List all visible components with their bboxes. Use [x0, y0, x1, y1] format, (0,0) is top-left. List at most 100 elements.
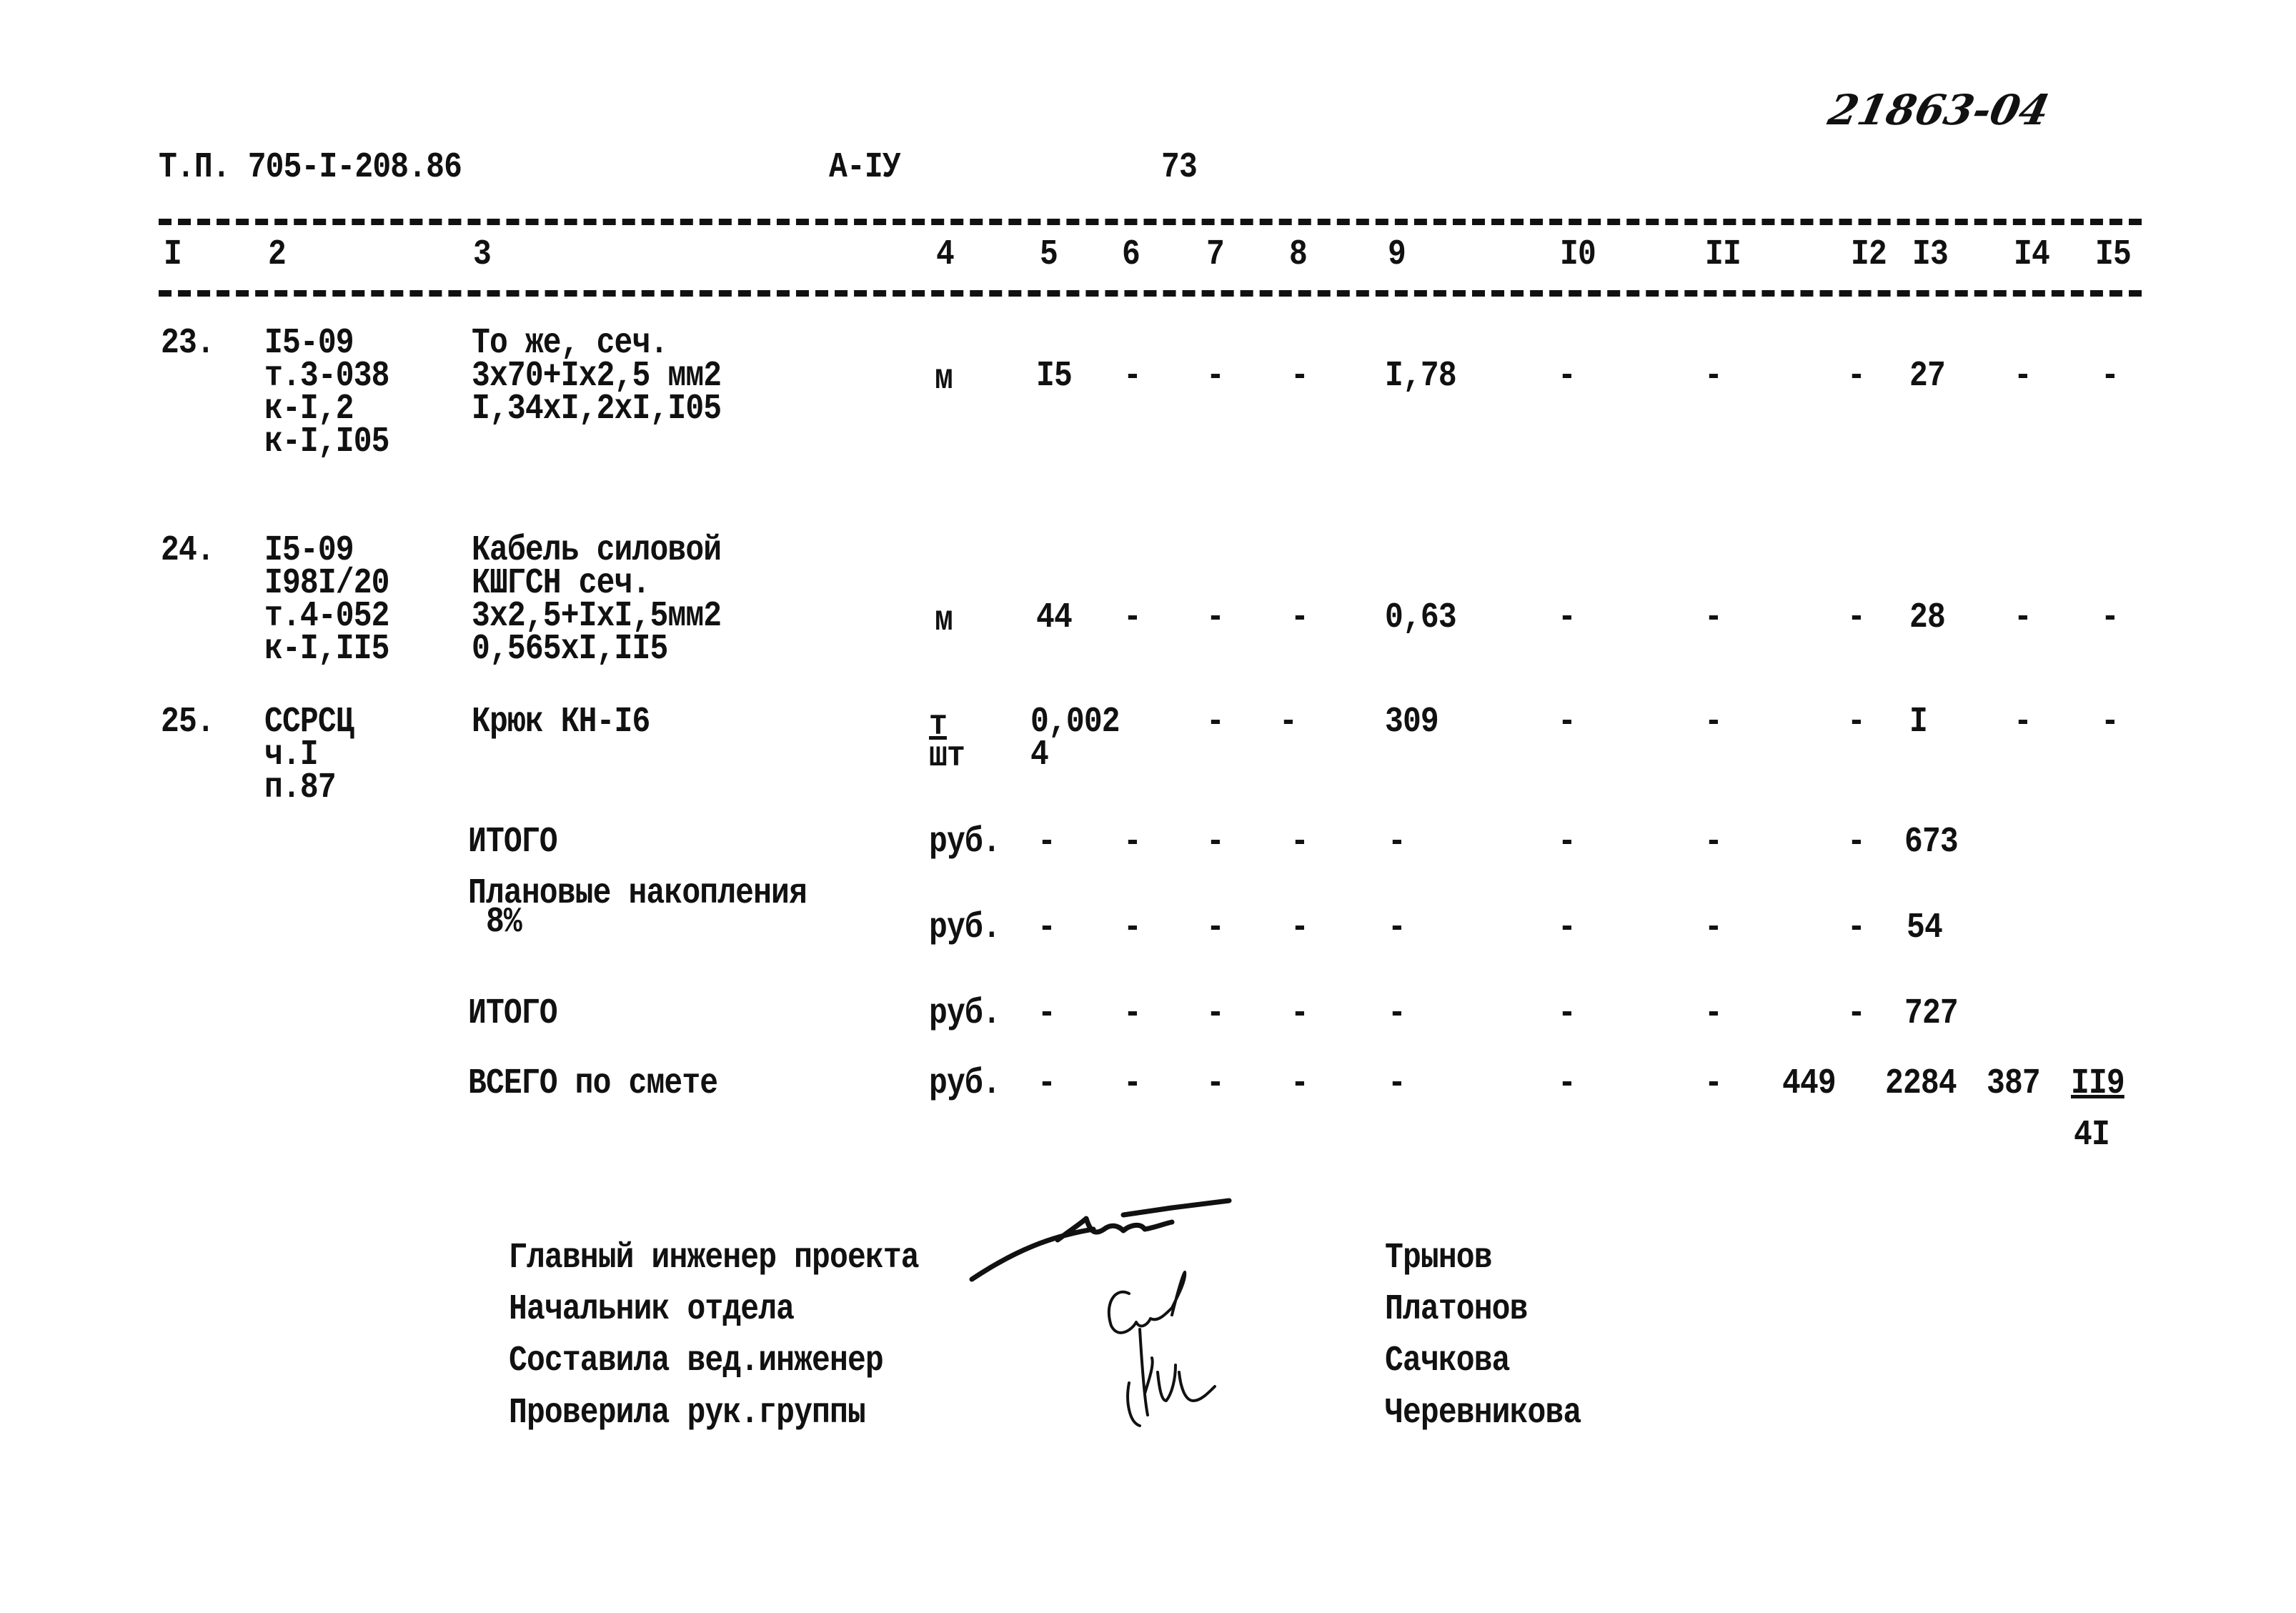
- description-line: 0,565хI,II5: [472, 629, 668, 670]
- cell-col9: 309: [1385, 702, 1439, 743]
- column-header: 7: [1206, 234, 1225, 275]
- signature-role: Проверила рук.группы: [509, 1393, 866, 1434]
- cell-col13: I: [1909, 702, 1928, 743]
- signature-stroke-author: [1126, 1328, 1216, 1427]
- cell-col6: -: [1123, 597, 1142, 638]
- cell-col10: -: [1558, 597, 1576, 638]
- norm-code-line: к-I,II5: [264, 629, 389, 670]
- cell-col14: 387: [1987, 1063, 2041, 1104]
- unit-line: шт: [929, 736, 965, 777]
- cell-col10: -: [1558, 702, 1576, 743]
- cell-col8: -: [1291, 993, 1309, 1034]
- signature-role: Главный инженер проекта: [509, 1238, 920, 1279]
- cell-col15: -: [2101, 356, 2119, 397]
- cell-col6: -: [1123, 908, 1142, 948]
- totals-unit: руб.: [929, 908, 1001, 948]
- project-code: Т.П. 705-I-208.86: [159, 147, 462, 188]
- column-header: I2: [1851, 234, 1887, 275]
- column-header: I4: [2014, 234, 2050, 275]
- cell-col12: -: [1847, 702, 1866, 743]
- cell-col14: -: [2014, 356, 2032, 397]
- cell-col7: -: [1206, 356, 1225, 397]
- totals-label: ИТОГО: [468, 993, 558, 1034]
- column-header: II: [1705, 234, 1741, 275]
- totals-unit: руб.: [929, 822, 1001, 863]
- totals-label: ИТОГО: [468, 822, 558, 863]
- cell-col13: 28: [1909, 597, 1946, 638]
- cell-col8: -: [1291, 356, 1309, 397]
- cell-col11: -: [1704, 597, 1723, 638]
- cell-col7: -: [1206, 993, 1225, 1034]
- cell-col13: 54: [1907, 908, 1943, 948]
- cell-col15: -: [2101, 597, 2119, 638]
- totals-label: ВСЕГО по смете: [468, 1063, 718, 1104]
- cell-col6: -: [1123, 993, 1142, 1034]
- signature-stroke-overline: [1120, 1198, 1232, 1218]
- unit: м: [935, 359, 953, 399]
- cell-col15: II9: [2071, 1063, 2125, 1104]
- cell-col10: -: [1558, 1063, 1576, 1104]
- totals-unit: руб.: [929, 1063, 1001, 1104]
- row-number: 24.: [161, 530, 215, 571]
- cell-col5: -: [1038, 993, 1056, 1034]
- cell-col7: -: [1206, 702, 1225, 743]
- cell-col8: -: [1279, 702, 1298, 743]
- cell-col12: 449: [1782, 1063, 1837, 1104]
- cell-col13: 2284: [1885, 1063, 1957, 1104]
- cell-col7: -: [1206, 597, 1225, 638]
- cell-col7: -: [1206, 822, 1225, 863]
- signature-name: Платонов: [1385, 1289, 1528, 1330]
- cell-col12: -: [1847, 908, 1866, 948]
- signature-stroke-head: [1107, 1271, 1187, 1334]
- cell-col6: -: [1123, 822, 1142, 863]
- cell-col15-second: 4I: [2074, 1115, 2110, 1156]
- cell-col9: 0,63: [1385, 597, 1457, 638]
- handwritten-signatures: [969, 1198, 1232, 1427]
- cell-col5: 44: [1036, 597, 1073, 638]
- cell-col11: -: [1704, 822, 1723, 863]
- cell-col8: -: [1291, 908, 1309, 948]
- row-number: 23.: [161, 323, 215, 364]
- cell-col5: -: [1038, 1063, 1056, 1104]
- column-header: I3: [1912, 234, 1949, 275]
- description-line: I,34хI,2хI,I05: [472, 389, 722, 430]
- cell-col12: -: [1847, 597, 1866, 638]
- cell-col12: -: [1847, 356, 1866, 397]
- column-header: 5: [1040, 234, 1058, 275]
- cell-col5: -: [1038, 822, 1056, 863]
- signature-role: Составила вед.инженер: [509, 1341, 884, 1381]
- cell-col9: -: [1388, 908, 1406, 948]
- cell-col9: -: [1388, 1063, 1406, 1104]
- cell-col13: 727: [1904, 993, 1959, 1034]
- cell-col6: -: [1123, 1063, 1142, 1104]
- signature-name: Сачкова: [1385, 1341, 1510, 1381]
- norm-code-line: п.87: [264, 768, 337, 808]
- norm-code-line: к-I,I05: [264, 422, 389, 462]
- description-line: Крюк КН-I6: [472, 702, 650, 743]
- column-header: 3: [473, 234, 492, 275]
- cell-col10: -: [1558, 356, 1576, 397]
- totals-unit: руб.: [929, 993, 1001, 1034]
- cell-col5: I5: [1036, 356, 1073, 397]
- cell-col11: -: [1704, 1063, 1723, 1104]
- column-header: 9: [1388, 234, 1406, 275]
- cell-col11: -: [1704, 356, 1723, 397]
- cell-col9: I,78: [1385, 356, 1457, 397]
- column-header: 2: [268, 234, 287, 275]
- header-top-divider: [159, 219, 2142, 225]
- totals-label-line: 8%: [468, 902, 522, 943]
- cell-col11: -: [1704, 993, 1723, 1034]
- header-bottom-divider: [159, 290, 2142, 297]
- album-label: А-IУ: [829, 147, 901, 188]
- cell-col7: -: [1206, 908, 1225, 948]
- column-header: I5: [2095, 234, 2132, 275]
- cell-col13: 27: [1909, 356, 1946, 397]
- cell-col8: -: [1291, 1063, 1309, 1104]
- cell-col8: -: [1291, 597, 1309, 638]
- column-header: I0: [1560, 234, 1596, 275]
- cell-col14: -: [2014, 702, 2032, 743]
- cell-col5: -: [1038, 908, 1056, 948]
- cell-col9: -: [1388, 822, 1406, 863]
- cell-col12: -: [1847, 822, 1866, 863]
- cell-col14: -: [2014, 597, 2032, 638]
